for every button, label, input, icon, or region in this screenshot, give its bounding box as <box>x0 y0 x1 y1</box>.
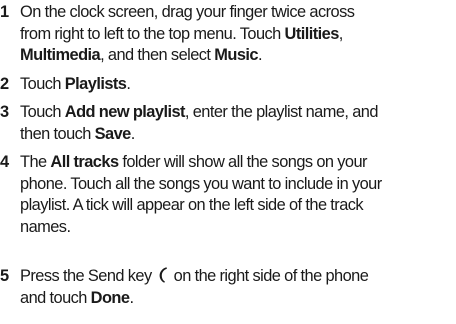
text-line: The All tracks folder will show all the … <box>20 153 368 171</box>
menu-done: Done <box>90 288 130 307</box>
step-number: 1 <box>0 3 9 21</box>
step-text: Touch Add new playlist, enter the playli… <box>20 102 456 145</box>
text-line: phone. Touch all the songs you want to i… <box>20 174 382 193</box>
menu-add-new-playlist: Add new playlist <box>64 103 186 121</box>
step-1: 1 On the clock screen, drag your finger … <box>0 2 456 67</box>
menu-save: Save <box>94 124 132 143</box>
step-text: Press the Send key on the right side of t… <box>20 266 456 309</box>
menu-utilities: Utilities <box>284 24 340 43</box>
step-2: 2 Touch Playlists. <box>0 74 456 96</box>
send-key-icon <box>159 267 167 283</box>
step-text: The All tracks folder will show all the … <box>20 152 456 238</box>
step-3: 3 Touch Add new playlist, enter the play… <box>0 102 456 145</box>
step-5: 5 Press the Send key on the right side of… <box>0 266 456 309</box>
menu-multimedia: Multimedia <box>20 46 101 64</box>
folder-all-tracks: All tracks <box>50 153 119 171</box>
text-line: Multimedia, and then select Music. <box>20 46 263 64</box>
step-text: Touch Playlists. <box>20 74 456 96</box>
text-line: playlist. A tick will appear on the left… <box>20 196 364 214</box>
step-number: 5 <box>0 267 9 285</box>
text-line: Press the Send key on the right side of t… <box>20 267 369 285</box>
text-line: names. <box>20 217 71 236</box>
text-line: Touch Playlists. <box>20 75 131 93</box>
step-4: 4 The All tracks folder will show all th… <box>0 152 456 238</box>
instruction-list: 1 On the clock screen, drag your finger … <box>0 0 456 324</box>
menu-music: Music <box>214 46 258 64</box>
text-line: Touch Add new playlist, enter the playli… <box>20 103 378 121</box>
text-line: from right to left to the top menu. Touc… <box>20 24 343 43</box>
text-line: then touch Save. <box>20 124 135 143</box>
text-line: and touch Done. <box>20 288 134 307</box>
step-text: On the clock screen, drag your finger tw… <box>20 2 456 67</box>
text-line: On the clock screen, drag your finger tw… <box>20 3 355 21</box>
step-number: 4 <box>0 153 9 171</box>
step-number: 2 <box>0 75 9 93</box>
step-number: 3 <box>0 103 9 121</box>
menu-playlists: Playlists <box>64 75 127 93</box>
